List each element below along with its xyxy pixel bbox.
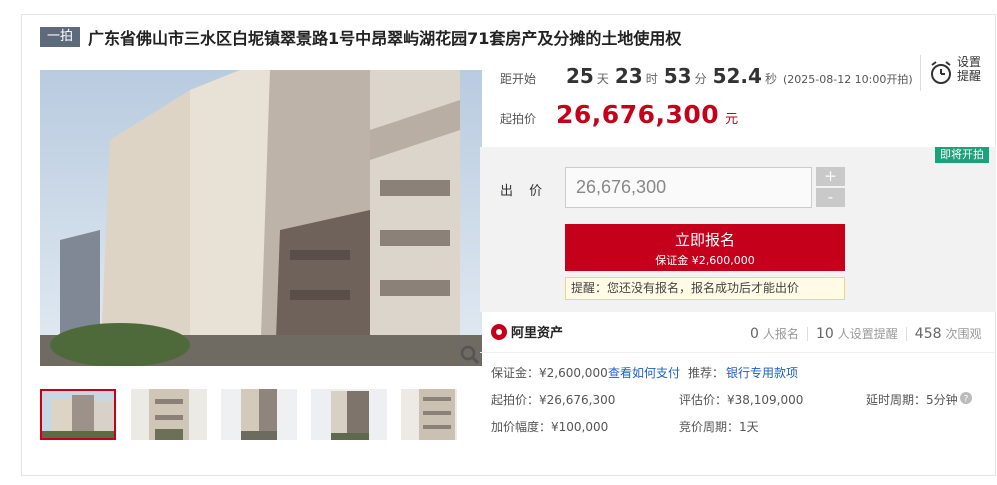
signup-hint: 提醒：您还没有报名，报名成功后才能出价 <box>565 277 845 300</box>
divider <box>480 352 996 353</box>
building-photo <box>40 70 482 366</box>
signup-button[interactable]: 立即报名 保证金 ¥2,600,000 <box>565 224 845 271</box>
decrease-button[interactable]: - <box>816 188 845 207</box>
reminder-line2: 提醒 <box>957 69 982 83</box>
help-icon[interactable]: ? <box>960 392 972 404</box>
status-badge: 即将开拍 <box>935 147 989 163</box>
main-photo[interactable] <box>40 70 482 366</box>
thumbnail-5[interactable] <box>401 389 457 440</box>
countdown-minutes: 53 <box>663 64 692 88</box>
alarm-clock-icon <box>931 61 951 84</box>
countdown: 距开始 25 天 23 时 53 分 52.4 秒 (2025-08-12 10… <box>500 64 913 88</box>
start-price-info: 起拍价：¥26,676,300 <box>491 393 616 407</box>
set-reminder-button[interactable]: 设置 提醒 <box>920 55 987 91</box>
reminder-line1: 设置 <box>957 55 982 69</box>
bid-input[interactable]: 26,676,300 <box>565 167 812 208</box>
countdown-label: 距开始 <box>500 72 537 86</box>
countdown-days: 25 <box>566 64 594 88</box>
signup-label: 立即报名 <box>674 231 735 249</box>
thumbnail-2[interactable] <box>131 389 207 440</box>
countdown-hours: 23 <box>614 64 643 88</box>
views-count: 458 <box>914 325 942 342</box>
deposit-text: 保证金 ¥2,600,000 <box>655 254 755 267</box>
countdown-seconds: 52.4 <box>712 64 762 88</box>
start-time: (2025-08-12 10:00开拍) <box>782 73 913 86</box>
platform-name: 阿里资产 <box>511 326 564 341</box>
recommend-label: 推荐： <box>688 366 725 380</box>
thumbnail-4[interactable] <box>311 389 387 440</box>
divider <box>905 326 907 341</box>
seconds-unit: 秒 <box>764 72 777 86</box>
start-price-unit: 元 <box>725 112 739 127</box>
deposit-info: 保证金：¥2,600,000 <box>491 366 608 380</box>
divider <box>806 326 808 341</box>
ali-logo-icon <box>491 323 507 340</box>
days-unit: 天 <box>596 72 609 86</box>
minutes-unit: 分 <box>694 72 707 86</box>
svg-text:?: ? <box>964 395 969 405</box>
start-price: 起拍价 26,676,300 元 <box>500 100 738 129</box>
thumbnail-1[interactable] <box>40 389 116 440</box>
reminders-count: 10 <box>815 325 834 342</box>
how-to-pay-link[interactable]: 查看如何支付 <box>608 364 680 381</box>
auction-period-info: 竞价周期：1天 <box>679 420 759 434</box>
bank-loan-link[interactable]: 银行专用款项 <box>726 364 798 381</box>
auction-stats: 0 人报名 10 人设置提醒 458 次围观 <box>750 325 982 342</box>
thumbnail-3[interactable] <box>221 389 297 440</box>
title-row: 一拍 广东省佛山市三水区白坭镇翠景路1号中昂翠屿湖花园71套房产及分摊的土地使用… <box>40 25 681 49</box>
views-label: 次围观 <box>945 327 982 341</box>
round-tag: 一拍 <box>40 27 81 47</box>
hours-unit: 时 <box>645 72 658 86</box>
bid-panel: 即将开拍 出 价 26,676,300 + - 立即报名 保证金 ¥2,600,… <box>480 147 996 312</box>
signups-label: 人报名 <box>762 327 799 341</box>
reminders-label: 人设置提醒 <box>837 327 898 341</box>
increment-info: 加价幅度：¥100,000 <box>491 420 609 434</box>
bid-label: 出 价 <box>500 184 549 199</box>
magnifier-icon[interactable] <box>459 344 481 366</box>
appraisal-info: 评估价：¥38,109,000 <box>679 393 804 407</box>
signups-count: 0 <box>750 325 759 342</box>
platform-brand: 阿里资产 <box>490 322 563 341</box>
page-title: 广东省佛山市三水区白坭镇翠景路1号中昂翠屿湖花园71套房产及分摊的土地使用权 <box>88 29 682 48</box>
increase-button[interactable]: + <box>816 167 845 186</box>
delay-info: 延时周期：5分钟 <box>866 393 958 407</box>
start-price-label: 起拍价 <box>500 112 537 126</box>
start-price-value: 26,676,300 <box>556 100 720 129</box>
